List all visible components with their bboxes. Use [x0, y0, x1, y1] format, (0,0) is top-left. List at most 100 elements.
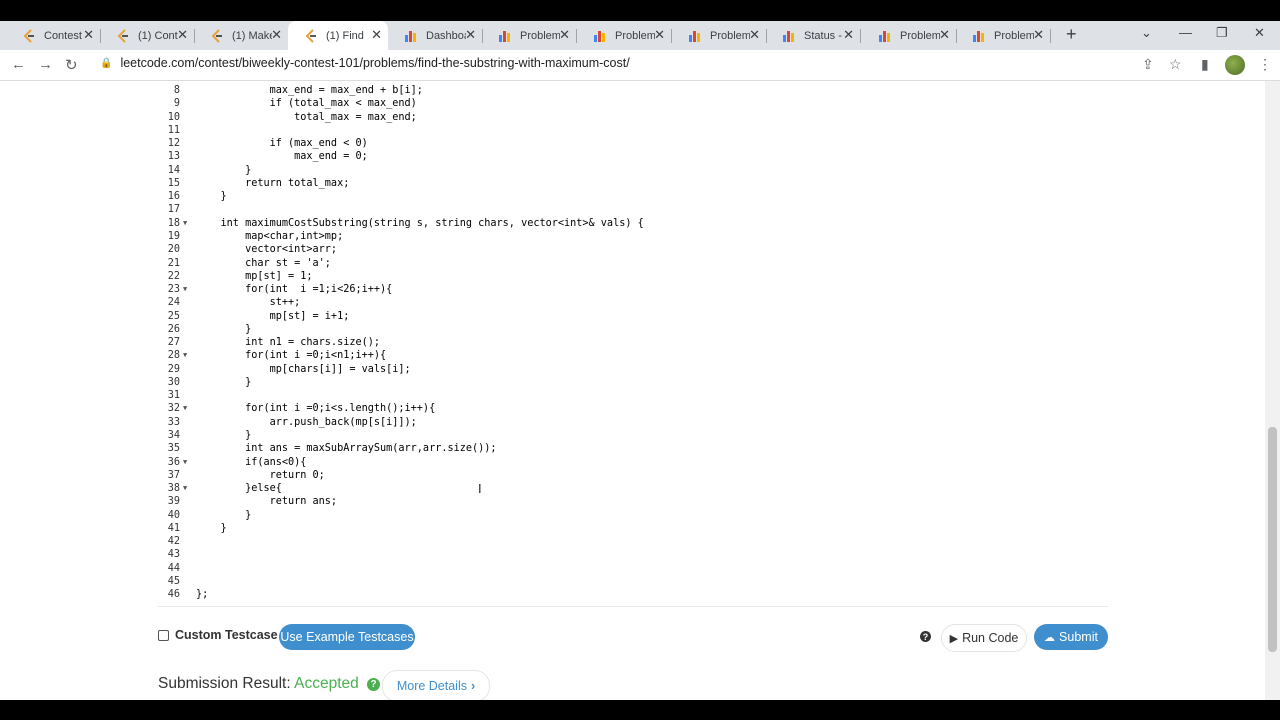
code-text: if (max_end < 0) — [196, 138, 368, 150]
fold-arrow-icon[interactable]: ▼ — [183, 217, 187, 230]
code-line: 32 ▼ for(int i =0;i<s.length();i++){ — [158, 402, 1098, 415]
fold-arrow-icon[interactable]: ▼ — [183, 456, 187, 469]
code-line: 41 } — [158, 522, 1098, 535]
browser-tab-label: Problem — [615, 29, 655, 42]
help-icon[interactable]: ? — [920, 631, 931, 642]
browser-tab-label: (1) Conte — [138, 29, 178, 42]
code-text: } — [196, 191, 227, 203]
page-scrollbar[interactable] — [1265, 81, 1280, 700]
custom-testcase-checkbox[interactable] — [158, 630, 169, 641]
code-line: 35 int ans = maxSubArraySum(arr,arr.size… — [158, 442, 1098, 455]
result-status: Accepted — [294, 675, 359, 692]
browser-tab-label: Dashboa — [426, 29, 466, 42]
line-number: 20 — [167, 244, 180, 256]
code-line: 33 arr.push_back(mp[s[i]]); — [158, 416, 1098, 429]
fold-arrow-icon[interactable]: ▼ — [183, 402, 187, 415]
code-text: for(int i =1;i<26;i++){ — [196, 284, 393, 296]
browser-tab[interactable]: Problem ✕ — [577, 21, 672, 50]
browser-tab[interactable]: Status - A✕ — [766, 21, 861, 50]
url-field[interactable]: 🔒 leetcode.com/contest/biweekly-contest-… — [100, 56, 630, 70]
close-tab-icon[interactable]: ✕ — [83, 28, 94, 42]
browser-tab[interactable]: Problem ✕ — [862, 21, 957, 50]
code-text: int n1 = chars.size(); — [196, 337, 381, 349]
scrollbar-thumb[interactable] — [1268, 427, 1277, 652]
code-text: vector<int>arr; — [196, 244, 338, 256]
close-tab-icon[interactable]: ✕ — [177, 28, 188, 42]
browser-tab[interactable]: (1) Find t ✕ — [288, 21, 388, 50]
line-number: 28 — [167, 350, 180, 362]
code-line: 16 } — [158, 190, 1098, 203]
back-icon[interactable]: ← — [11, 56, 26, 73]
avatar[interactable] — [1225, 55, 1245, 75]
close-tab-icon[interactable]: ✕ — [371, 28, 382, 42]
line-number: 40 — [167, 509, 180, 521]
code-line: 17 — [158, 203, 1098, 216]
side-panel-icon[interactable]: ▮ — [1201, 56, 1209, 73]
forward-icon[interactable]: → — [38, 56, 53, 73]
code-editor[interactable]: 8 max_end = max_end + b[i]; 9 if (total_m… — [158, 81, 1108, 607]
code-text: } — [196, 164, 252, 176]
browser-tab[interactable]: Dashboa ✕ — [388, 21, 483, 50]
code-line: 22 mp[st] = 1; — [158, 270, 1098, 283]
code-line: 25 mp[st] = i+1; — [158, 310, 1098, 323]
minimize-button[interactable]: — — [1179, 25, 1192, 40]
fold-arrow-icon[interactable]: ▼ — [183, 283, 187, 296]
fold-arrow-icon[interactable]: ▼ — [183, 482, 187, 495]
close-tab-icon[interactable]: ✕ — [465, 28, 476, 42]
question-icon[interactable]: ? — [367, 678, 381, 691]
browser-tab[interactable]: Contest -✕ — [6, 21, 101, 50]
code-text: } — [196, 430, 252, 442]
close-tab-icon[interactable]: ✕ — [654, 28, 665, 42]
browser-tab[interactable]: (1) Conte✕ — [100, 21, 195, 50]
code-line: 24 st++; — [158, 296, 1098, 309]
result-label: Submission Result: — [158, 675, 291, 692]
close-window-button[interactable]: ✕ — [1254, 25, 1265, 41]
line-number: 11 — [167, 124, 180, 136]
tab-search-icon[interactable]: ⌄ — [1141, 25, 1152, 41]
code-line: 15 return total_max; — [158, 177, 1098, 190]
more-details-button[interactable]: More Details › — [382, 670, 490, 702]
code-text: max_end = max_end + b[i]; — [196, 85, 423, 96]
line-number: 19 — [167, 230, 180, 242]
code-text: } — [196, 522, 227, 534]
line-number: 44 — [167, 562, 180, 574]
browser-tab[interactable]: (1) Make ✕ — [194, 21, 289, 50]
code-text: return ans; — [196, 496, 338, 508]
close-tab-icon[interactable]: ✕ — [271, 28, 282, 42]
reload-icon[interactable]: ↻ — [65, 56, 78, 74]
close-tab-icon[interactable]: ✕ — [1033, 28, 1044, 42]
new-tab-button[interactable]: + — [1066, 24, 1077, 45]
code-line: 36 ▼ if(ans<0){ — [158, 456, 1098, 469]
browser-tab-label: Problem — [710, 29, 750, 42]
close-tab-icon[interactable]: ✕ — [559, 28, 570, 42]
menu-icon[interactable]: ⋮ — [1258, 56, 1272, 73]
browser-tab[interactable]: Problem ✕ — [672, 21, 767, 50]
code-line: 21 char st = 'a'; — [158, 257, 1098, 270]
browser-tab[interactable]: Problem ✕ — [482, 21, 577, 50]
browser-tab[interactable]: Problem ✕ — [956, 21, 1051, 50]
lock-icon: 🔒 — [100, 57, 113, 69]
line-number: 37 — [167, 469, 180, 481]
code-text: for(int i =0;i<s.length();i++){ — [196, 403, 436, 415]
code-line: 37 return 0; — [158, 469, 1098, 482]
use-example-testcases-button[interactable]: Use Example Testcases — [279, 624, 415, 650]
code-line: 34 } — [158, 429, 1098, 442]
line-number: 35 — [167, 443, 180, 455]
fold-arrow-icon[interactable]: ▼ — [183, 349, 187, 362]
window-top-bar — [0, 0, 1280, 21]
bookmark-star-icon[interactable]: ☆ — [1169, 56, 1182, 73]
code-text: char st = 'a'; — [196, 257, 331, 269]
close-tab-icon[interactable]: ✕ — [749, 28, 760, 42]
restore-button[interactable]: ❐ — [1216, 25, 1228, 41]
line-number: 29 — [167, 363, 180, 375]
close-tab-icon[interactable]: ✕ — [939, 28, 950, 42]
share-icon[interactable]: ⇪ — [1142, 56, 1154, 73]
code-text: return 0; — [196, 469, 325, 481]
chart-icon — [878, 29, 892, 43]
submit-button[interactable]: ☁ Submit — [1034, 624, 1108, 650]
close-tab-icon[interactable]: ✕ — [843, 28, 854, 42]
line-number: 34 — [167, 430, 180, 442]
run-code-button[interactable]: ▶ Run Code — [941, 624, 1027, 652]
code-text: total_max = max_end; — [196, 111, 417, 123]
tab-separator — [860, 29, 861, 43]
